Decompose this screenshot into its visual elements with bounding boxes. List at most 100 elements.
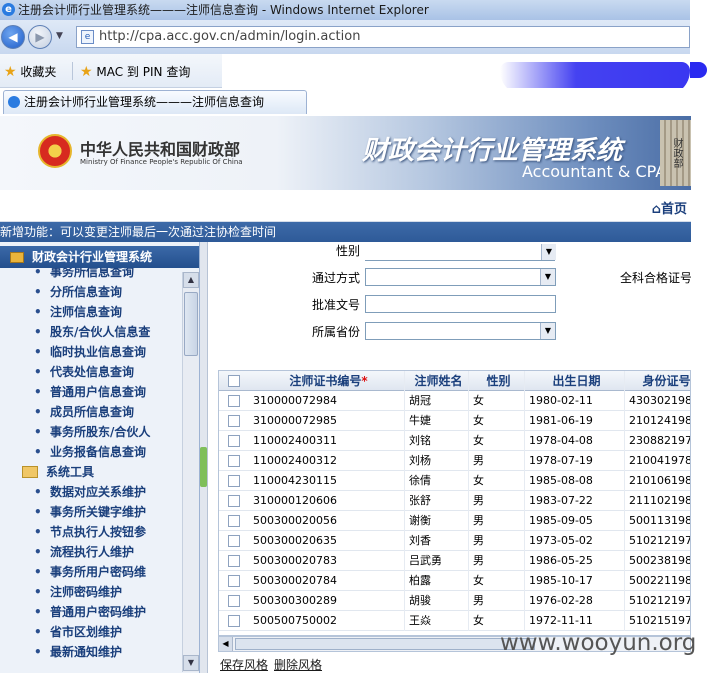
scroll-down-arrow-icon[interactable]: ▼ <box>183 655 199 671</box>
table-row[interactable]: 500300020784柏露女1985-10-17500221198510 <box>219 571 690 591</box>
row-checkbox[interactable] <box>228 395 240 407</box>
address-bar[interactable]: e http://cpa.acc.gov.cn/admin/login.acti… <box>76 26 690 48</box>
scroll-left-arrow-icon[interactable]: ◀ <box>219 637 233 651</box>
row-checkbox[interactable] <box>228 595 240 607</box>
sidebar-item[interactable]: 事务所关键字维护 <box>34 502 146 522</box>
sidebar-item[interactable]: 数据对应关系维护 <box>34 482 146 502</box>
table-row[interactable]: 500300020635刘香男1973-05-02510212197305 <box>219 531 690 551</box>
gender-select[interactable]: ▼ <box>540 244 556 262</box>
table-row[interactable]: 310000072984胡冠女1980-02-11430302198002 <box>219 391 690 411</box>
sidebar-item[interactable]: 事务所股东/合伙人 <box>34 422 150 442</box>
sidebar-item-label[interactable]: 数据对应关系维护 <box>50 485 146 499</box>
sidebar-group[interactable]: 系统工具 <box>22 462 94 482</box>
frame-splitter[interactable] <box>200 242 208 673</box>
sidebar-item[interactable]: 业务报备信息查询 <box>34 442 146 462</box>
sidebar-item-label[interactable]: 分所信息查询 <box>50 285 122 299</box>
sidebar-item[interactable]: 成员所信息查询 <box>34 402 134 422</box>
url-text[interactable]: http://cpa.acc.gov.cn/admin/login.action <box>99 29 360 44</box>
table-row[interactable]: 110002400312刘杨男1978-07-19210041978071 <box>219 451 690 471</box>
row-checkbox[interactable] <box>228 475 240 487</box>
table-row[interactable]: 500300300289胡骏男1976-02-28510212197602 <box>219 591 690 611</box>
select-all-checkbox[interactable] <box>228 375 240 387</box>
sidebar-item-label[interactable]: 系统工具 <box>46 465 94 479</box>
row-checkbox[interactable] <box>228 495 240 507</box>
sidebar-item[interactable]: 注师密码维护 <box>34 582 122 602</box>
sidebar-item-label[interactable]: 注师信息查询 <box>50 305 122 319</box>
sidebar-item-label[interactable]: 成员所信息查询 <box>50 405 134 419</box>
column-header[interactable]: 注师姓名 <box>405 371 469 391</box>
save-style-link[interactable]: 保存风格 <box>220 656 268 673</box>
table-row[interactable]: 500300020056谢衡男1985-09-05500113198509 <box>219 511 690 531</box>
sidebar-item-label[interactable]: 事务所股东/合伙人 <box>50 425 150 439</box>
fav-link-label[interactable]: MAC 到 PIN 查询 <box>96 65 190 79</box>
sidebar-item-label[interactable]: 节点执行人按钮参 <box>50 525 146 539</box>
sidebar-item-label[interactable]: 最新通知维护 <box>50 645 122 659</box>
row-checkbox[interactable] <box>228 515 240 527</box>
sidebar-item-label[interactable]: 代表处信息查询 <box>50 365 134 379</box>
column-header[interactable]: 注师证书编号* <box>249 371 405 391</box>
sidebar-item-label[interactable]: 股东/合伙人信息查 <box>50 325 150 339</box>
sidebar-item-label[interactable]: 事务所信息查询 <box>50 268 134 279</box>
forward-button[interactable]: ▶ <box>28 25 52 49</box>
sidebar-item[interactable]: 分所信息查询 <box>34 282 122 302</box>
sidebar-scrollbar[interactable]: ▲ ▼ <box>182 272 199 672</box>
column-header[interactable]: 出生日期 <box>525 371 625 391</box>
delete-style-link[interactable]: 删除风格 <box>274 656 322 673</box>
tab-title[interactable]: 注册会计师行业管理系统———注师信息查询 <box>24 95 264 109</box>
chevron-down-icon[interactable]: ▼ <box>540 269 555 285</box>
home-link[interactable]: ⌂首页 <box>652 198 687 217</box>
column-header[interactable]: 性别 <box>469 371 525 391</box>
fav-link-mac-to-pin[interactable]: ★ MAC 到 PIN 查询 <box>80 63 190 80</box>
table-row[interactable]: 500300020783吕武勇男1986-05-25500238198605 <box>219 551 690 571</box>
favorites-button[interactable]: ★ 收藏夹 <box>4 63 56 80</box>
province-select[interactable]: ▼ <box>365 322 556 340</box>
tab-active[interactable]: 注册会计师行业管理系统———注师信息查询 <box>3 90 307 114</box>
sidebar-item-label[interactable]: 注师密码维护 <box>50 585 122 599</box>
back-button[interactable]: ◀ <box>1 25 25 49</box>
table-row[interactable]: 500500750002王焱女1972-11-11510215197211 <box>219 611 690 631</box>
sidebar-item-label[interactable]: 普通用户密码维护 <box>50 605 146 619</box>
table-row[interactable]: 310000072985牛婕女1981-06-19210124198106 <box>219 411 690 431</box>
sidebar-item-label[interactable]: 普通用户信息查询 <box>50 385 146 399</box>
sidebar-item-label[interactable]: 省市区划维护 <box>50 625 122 639</box>
row-checkbox[interactable] <box>228 455 240 467</box>
sidebar-item-label[interactable]: 业务报备信息查询 <box>50 445 146 459</box>
scrollbar-thumb[interactable] <box>184 292 198 356</box>
chevron-down-icon[interactable]: ▼ <box>540 323 555 339</box>
home-label[interactable]: 首页 <box>661 202 687 217</box>
sidebar-item[interactable]: 节点执行人按钮参 <box>34 522 146 542</box>
row-checkbox[interactable] <box>228 415 240 427</box>
history-dropdown-icon[interactable]: ▼ <box>56 31 63 41</box>
sidebar-item[interactable]: 股东/合伙人信息查 <box>34 322 150 342</box>
row-checkbox[interactable] <box>228 555 240 567</box>
table-row[interactable]: 110004230115徐倩女1985-08-08210106198508 <box>219 471 690 491</box>
sidebar-item[interactable]: 普通用户密码维护 <box>34 602 146 622</box>
sidebar-item[interactable]: 代表处信息查询 <box>34 362 134 382</box>
sidebar-item-label[interactable]: 事务所关键字维护 <box>50 505 146 519</box>
table-row[interactable]: 310000120606张舒男1983-07-22211102198307 <box>219 491 690 511</box>
chevron-down-icon[interactable]: ▼ <box>541 244 556 260</box>
sidebar-item[interactable]: 流程执行人维护 <box>34 542 134 562</box>
pass-method-select[interactable]: ▼ <box>365 268 556 286</box>
sidebar-item[interactable]: 临时执业信息查询 <box>34 342 146 362</box>
sidebar-item-label[interactable]: 事务所用户密码维 <box>50 565 146 579</box>
sidebar-item[interactable]: 事务所信息查询 <box>34 268 134 282</box>
sidebar-item[interactable]: 事务所用户密码维 <box>34 562 146 582</box>
column-header[interactable]: 身份证号 <box>625 371 690 391</box>
row-checkbox[interactable] <box>228 435 240 447</box>
sidebar-item[interactable]: 最新通知维护 <box>34 642 122 662</box>
scroll-up-arrow-icon[interactable]: ▲ <box>183 272 199 288</box>
row-checkbox[interactable] <box>228 615 240 627</box>
row-checkbox[interactable] <box>228 535 240 547</box>
approval-input[interactable] <box>365 295 556 313</box>
sidebar-item[interactable]: 普通用户信息查询 <box>34 382 146 402</box>
sidebar-item[interactable]: 注师信息查询 <box>34 302 122 322</box>
sidebar-item-label[interactable]: 流程执行人维护 <box>50 545 134 559</box>
row-checkbox[interactable] <box>228 575 240 587</box>
sidebar-header[interactable]: 财政会计行业管理系统 <box>0 246 199 268</box>
sidebar-item-label[interactable]: 临时执业信息查询 <box>50 345 146 359</box>
splitter-grip-icon[interactable] <box>200 447 207 487</box>
table-row[interactable]: 110002400311刘铭女1978-04-08230882197804 <box>219 431 690 451</box>
scrollbar-thumb[interactable] <box>235 638 535 650</box>
sidebar-item[interactable]: 省市区划维护 <box>34 622 122 642</box>
